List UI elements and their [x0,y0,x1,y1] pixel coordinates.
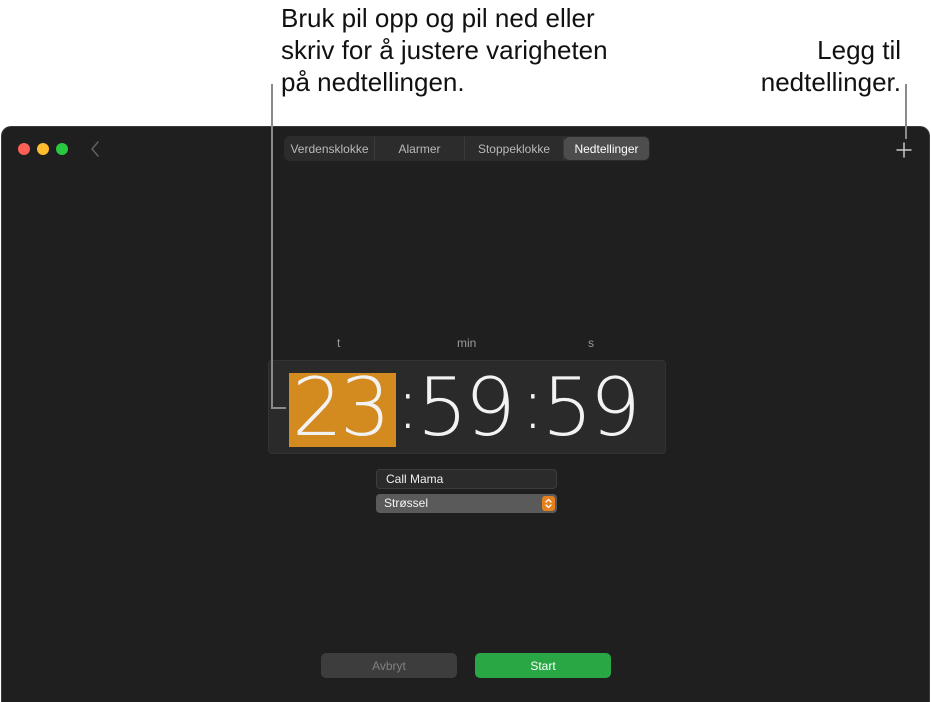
timer-label-input[interactable]: Call Mama [376,469,557,489]
start-button[interactable]: Start [475,653,611,678]
plus-icon[interactable] [893,139,915,161]
tab-stopwatch[interactable]: Stoppeklokke [465,137,564,160]
callout-duration-leader [271,84,273,409]
minimize-button[interactable] [37,143,49,155]
hours-field[interactable]: 23 [292,368,391,448]
callout-duration: Bruk pil opp og pil ned eller skriv for … [281,2,681,98]
callout-add-leader [905,84,907,139]
sound-select-value: Strøssel [384,496,429,510]
callout-duration-leader-tick [271,407,286,409]
tab-timers[interactable]: Nedtellinger [564,137,649,160]
close-button[interactable] [18,143,30,155]
unit-minutes-label: min [457,336,477,350]
updown-chevron-icon[interactable] [542,496,555,511]
tab-world-clock[interactable]: Verdensklokke [285,137,375,160]
tab-bar: Verdensklokke Alarmer Stoppeklokke Nedte… [284,136,650,161]
unit-hours-label: t [337,336,341,350]
chevron-left-icon[interactable] [88,139,104,159]
callout-add-line2: nedtellinger. [760,67,901,97]
callout-add: Legg til nedtellinger. [681,34,901,98]
minutes-field[interactable]: 59 [417,368,516,448]
window-controls [18,143,68,155]
callout-add-line1: Legg til [817,35,901,65]
tab-alarms[interactable]: Alarmer [375,137,465,160]
clock-window: Verdensklokke Alarmer Stoppeklokke Nedte… [1,126,930,702]
unit-seconds-label: s [588,336,594,350]
page: Bruk pil opp og pil ned eller skriv for … [0,0,931,702]
seconds-field[interactable]: 59 [542,368,641,448]
zoom-button[interactable] [56,143,68,155]
callout-duration-line1: Bruk pil opp og pil ned eller [281,3,595,33]
callout-duration-line2: skriv for å justere varigheten [281,35,608,65]
callout-duration-line3: på nedtellingen. [281,67,465,97]
duration-display: 23 : 59 : 59 [268,360,666,454]
cancel-button[interactable]: Avbryt [321,653,457,678]
sound-select[interactable]: Strøssel [376,494,557,513]
